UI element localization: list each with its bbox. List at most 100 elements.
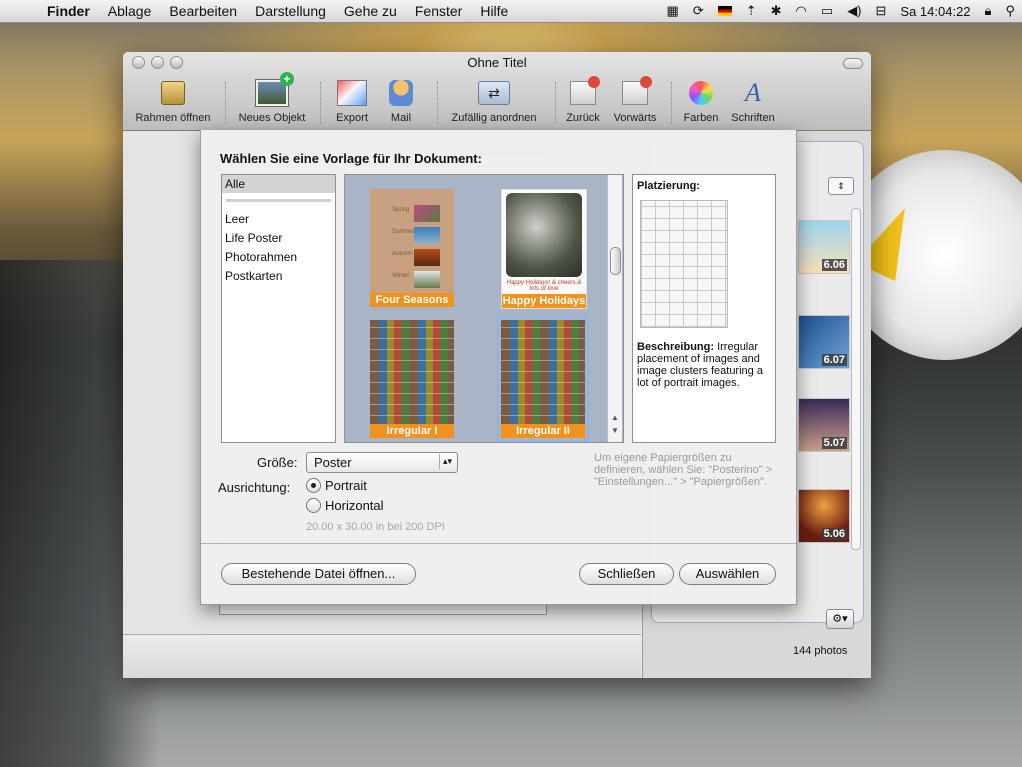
volume-icon[interactable]: ◀) [840, 3, 868, 19]
category-divider [226, 199, 331, 202]
description-label: Beschreibung: [637, 341, 715, 353]
season-label: Spring [392, 207, 410, 213]
menu-darstellung[interactable]: Darstellung [246, 3, 335, 19]
photo-thumbnail[interactable]: 6.06 [798, 220, 850, 274]
choose-button[interactable]: Auswählen [679, 563, 776, 585]
input-flag-icon[interactable] [711, 4, 739, 19]
export-button[interactable]: Export [327, 78, 377, 124]
category-item-life-poster[interactable]: Life Poster [222, 229, 335, 248]
photo-thumbnail[interactable]: 6.07 [798, 315, 850, 369]
new-object-label: Neues Objekt [238, 112, 306, 124]
placement-heading: Platzierung: [637, 180, 700, 192]
toolbar-separator [320, 82, 321, 124]
size-select[interactable]: Poster ▴▾ [306, 452, 458, 473]
gallery-scroll-knob[interactable] [610, 247, 621, 275]
close-button[interactable]: Schließen [579, 563, 674, 585]
menu-gehe-zu[interactable]: Gehe zu [335, 3, 406, 19]
radio-unselected-icon [306, 498, 321, 513]
template-description: Beschreibung: Irregular placement of ima… [637, 341, 771, 389]
gallery-scrollbar[interactable]: ▲ ▼ [607, 175, 622, 442]
toolbar-separator [225, 82, 226, 124]
scroll-up-arrow-icon[interactable]: ▲ [611, 413, 619, 422]
radio-selected-icon [306, 478, 321, 493]
season-label: Autumn [392, 251, 413, 257]
template-irregular-1[interactable]: Irregular I [370, 320, 454, 438]
wifi-icon[interactable]: ◠ [789, 3, 814, 19]
fonts-label: Schriften [731, 112, 775, 124]
category-item-postkarten[interactable]: Postkarten [222, 267, 335, 286]
template-gallery: Spring Summer Autumn Winter Four Seasons… [344, 174, 624, 443]
mail-stamp-icon [389, 80, 413, 106]
sync-icon[interactable]: ⟳ [686, 3, 711, 19]
orientation-label: Ausrichtung: [218, 480, 291, 495]
toolbar: Rahmen öffnen Neues Objekt Export Mail ⇄… [123, 72, 871, 130]
font-icon: A [745, 78, 761, 107]
size-label: Größe: [257, 455, 298, 470]
radio-horizontal-label: Horizontal [325, 498, 384, 513]
fonts-button[interactable]: A Schriften [727, 78, 779, 124]
clock[interactable]: Sa 14:04:22 [893, 4, 977, 19]
placement-grid [640, 200, 728, 328]
category-item-alle[interactable]: Alle [222, 175, 335, 193]
menu-app-name[interactable]: Finder [38, 3, 99, 19]
menu-ablage[interactable]: Ablage [99, 3, 161, 19]
back-label: Zurück [566, 112, 600, 124]
export-icon [337, 80, 367, 106]
template-irregular-2[interactable]: Irregular II [497, 316, 589, 442]
undo-icon [570, 76, 600, 105]
back-button[interactable]: Zurück [563, 76, 603, 124]
size-select-value: Poster [314, 455, 352, 470]
colors-button[interactable]: Farben [679, 78, 723, 124]
season-photo [414, 271, 440, 288]
menu-bar: Finder Ablage Bearbeiten Darstellung Geh… [0, 0, 1022, 23]
season-photo [414, 227, 440, 244]
colors-label: Farben [683, 112, 719, 124]
category-item-leer[interactable]: Leer [222, 210, 335, 229]
redo-icon [622, 76, 652, 105]
photo-thumbnail[interactable]: 5.06 [798, 489, 850, 543]
display-icon[interactable]: ⊟ [869, 3, 894, 19]
template-happy-holidays[interactable]: Happy Holidays! & cheers & lots of love … [501, 189, 587, 309]
template-label: Four Seasons [370, 293, 454, 307]
shuffle-label: Zufällig anordnen [451, 112, 537, 124]
toolbar-toggle-button[interactable] [843, 58, 863, 69]
bluetooth-icon[interactable]: ✱ [764, 3, 789, 19]
toolbar-separator [555, 82, 556, 124]
template-label: Irregular II [501, 424, 585, 438]
forward-button[interactable]: Vorwärts [609, 76, 661, 124]
menu-fenster[interactable]: Fenster [406, 3, 471, 19]
menu-bearbeiten[interactable]: Bearbeiten [160, 3, 246, 19]
battery-icon[interactable]: ▭ [814, 3, 840, 19]
timemachine-icon[interactable]: ⇡ [739, 3, 764, 19]
sheet-title: Wählen Sie eine Vorlage für Ihr Dokument… [220, 151, 482, 166]
category-item-photorahmen[interactable]: Photorahmen [222, 248, 335, 267]
photo-scrollbar[interactable] [851, 208, 861, 550]
lock-icon[interactable]: 🔒︎ [978, 3, 999, 19]
menu-hilfe[interactable]: Hilfe [471, 3, 517, 19]
template-label: Irregular I [370, 424, 454, 438]
album-popup-button[interactable]: ⇕ [828, 177, 854, 195]
select-arrows-icon: ▴▾ [439, 454, 455, 469]
placement-preview: Platzierung: Beschreibung: Irregular pla… [632, 174, 776, 443]
gear-icon[interactable]: ⚙▾ [826, 609, 854, 629]
photo-thumbnail[interactable]: 5.07 [798, 398, 850, 452]
new-object-button[interactable]: Neues Objekt [233, 72, 311, 124]
holiday-photo [506, 193, 582, 277]
open-existing-file-button[interactable]: Bestehende Datei öffnen... [221, 563, 416, 585]
spotlight-icon[interactable]: ⚲ [998, 3, 1022, 19]
window-title: Ohne Titel [467, 55, 527, 70]
scroll-down-arrow-icon[interactable]: ▼ [611, 426, 619, 435]
template-four-seasons[interactable]: Spring Summer Autumn Winter Four Seasons [370, 189, 454, 307]
window-bottom-bar [123, 634, 641, 678]
photo-thumbnail-label: 5.07 [821, 437, 847, 449]
radio-horizontal[interactable]: Horizontal [306, 498, 384, 513]
shuffle-button[interactable]: ⇄ Zufällig anordnen [443, 78, 545, 124]
mail-button[interactable]: Mail [379, 78, 423, 124]
photo-thumbnail-label: 6.07 [821, 354, 847, 366]
sheet-separator [201, 543, 796, 544]
photo-thumbnail-label: 5.06 [821, 528, 847, 540]
spaces-icon[interactable]: ▦ [660, 3, 686, 19]
paper-size-hint: Um eigene Papiergrößen zu definieren, wä… [594, 452, 773, 488]
radio-portrait[interactable]: Portrait [306, 478, 367, 493]
frame-open-button[interactable]: Rahmen öffnen [131, 78, 215, 124]
